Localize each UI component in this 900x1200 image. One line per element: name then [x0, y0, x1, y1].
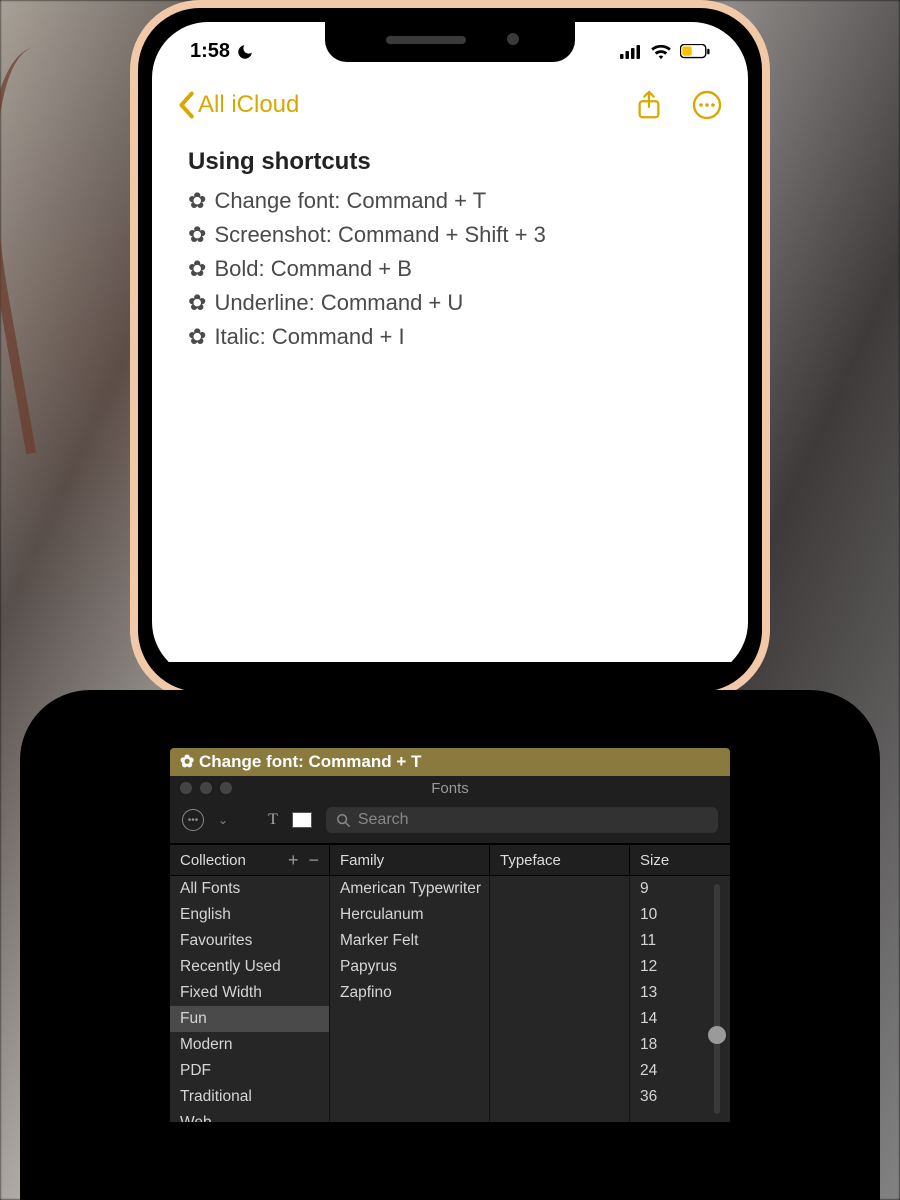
- note-line-text: Change font: Command + T: [214, 184, 486, 218]
- notch: [325, 22, 575, 62]
- note-line: ✿Change font: Command + T: [188, 184, 712, 218]
- list-item[interactable]: Fixed Width: [170, 980, 329, 1006]
- note-line: ✿Bold: Command + B: [188, 252, 712, 286]
- traffic-lights[interactable]: [180, 782, 232, 794]
- text-color-icon[interactable]: T: [268, 811, 278, 829]
- size-slider-track[interactable]: [714, 884, 720, 1114]
- minimize-icon[interactable]: [200, 782, 212, 794]
- header-family[interactable]: Family: [330, 845, 490, 875]
- back-button[interactable]: All iCloud: [178, 91, 299, 119]
- list-item[interactable]: Papyrus: [330, 954, 489, 980]
- cellular-signal-icon: [620, 44, 642, 60]
- note-body[interactable]: Using shortcuts ✿Change font: Command + …: [188, 148, 712, 354]
- note-line-text: Bold: Command + B: [214, 252, 411, 286]
- list-item[interactable]: All Fonts: [170, 876, 329, 902]
- bullet-icon: ✿: [188, 252, 206, 286]
- phone-screen: 1:58: [152, 22, 748, 662]
- list-item[interactable]: Fun: [170, 1006, 329, 1032]
- list-item[interactable]: English: [170, 902, 329, 928]
- list-item[interactable]: Recently Used: [170, 954, 329, 980]
- more-icon[interactable]: [692, 90, 722, 120]
- chevron-down-icon[interactable]: ⌄: [218, 813, 228, 827]
- note-line: ✿Underline: Command + U: [188, 286, 712, 320]
- zoom-icon[interactable]: [220, 782, 232, 794]
- share-icon[interactable]: [634, 90, 664, 120]
- list-item[interactable]: Favourites: [170, 928, 329, 954]
- note-line-text: Underline: Command + U: [214, 286, 463, 320]
- columns-header: Collection + − Family Typeface Size: [170, 844, 730, 876]
- color-swatch[interactable]: [292, 812, 312, 828]
- bullet-icon: ✿: [188, 184, 206, 218]
- back-label: All iCloud: [198, 91, 299, 119]
- list-item[interactable]: Herculanum: [330, 902, 489, 928]
- phone-frame: 1:58: [130, 0, 770, 700]
- wifi-icon: [650, 44, 672, 60]
- collection-list[interactable]: All FontsEnglishFavouritesRecently UsedF…: [170, 876, 330, 1122]
- note-line: ✿Italic: Command + I: [188, 320, 712, 354]
- bullet-icon: ✿: [188, 320, 206, 354]
- header-typeface[interactable]: Typeface: [490, 845, 630, 875]
- hint-bar: ✿ Change font: Command + T: [170, 748, 730, 776]
- add-collection-icon[interactable]: +: [288, 851, 299, 869]
- bullet-icon: ✿: [188, 286, 206, 320]
- list-item[interactable]: Zapfino: [330, 980, 489, 1006]
- header-collection[interactable]: Collection + −: [170, 845, 330, 875]
- family-list[interactable]: American TypewriterHerculanumMarker Felt…: [330, 876, 490, 1122]
- window-title: Fonts: [431, 780, 469, 797]
- list-item[interactable]: Marker Felt: [330, 928, 489, 954]
- note-line-text: Italic: Command + I: [214, 320, 404, 354]
- fonts-window: ✿ Change font: Command + T Fonts ••• ⌄ T: [170, 748, 730, 1122]
- window-chrome: Fonts ••• ⌄ T Search: [170, 776, 730, 844]
- remove-collection-icon[interactable]: −: [308, 851, 319, 869]
- note-line: ✿Screenshot: Command + Shift + 3: [188, 218, 712, 252]
- status-time: 1:58: [190, 40, 230, 63]
- typeface-list[interactable]: [490, 876, 630, 1122]
- do-not-disturb-icon: [236, 43, 254, 61]
- nav-bar: All iCloud: [152, 84, 748, 126]
- list-item[interactable]: PDF: [170, 1058, 329, 1084]
- overlay-panel: ✿ Change font: Command + T Fonts ••• ⌄ T: [20, 690, 880, 1200]
- list-item[interactable]: Web: [170, 1110, 329, 1122]
- search-input[interactable]: Search: [326, 807, 718, 833]
- search-placeholder: Search: [358, 811, 409, 829]
- search-icon: [336, 813, 350, 827]
- size-list[interactable]: 91011121314182436: [630, 876, 730, 1122]
- note-line-text: Screenshot: Command + Shift + 3: [214, 218, 545, 252]
- battery-icon: [680, 44, 710, 59]
- actions-menu-icon[interactable]: •••: [182, 809, 204, 831]
- chevron-left-icon: [178, 91, 194, 119]
- bullet-icon: ✿: [188, 218, 206, 252]
- list-item[interactable]: Traditional: [170, 1084, 329, 1110]
- size-slider-thumb[interactable]: [708, 1026, 726, 1044]
- list-item[interactable]: American Typewriter: [330, 876, 489, 902]
- header-size[interactable]: Size: [630, 845, 730, 875]
- note-title: Using shortcuts: [188, 148, 712, 176]
- close-icon[interactable]: [180, 782, 192, 794]
- list-item[interactable]: Modern: [170, 1032, 329, 1058]
